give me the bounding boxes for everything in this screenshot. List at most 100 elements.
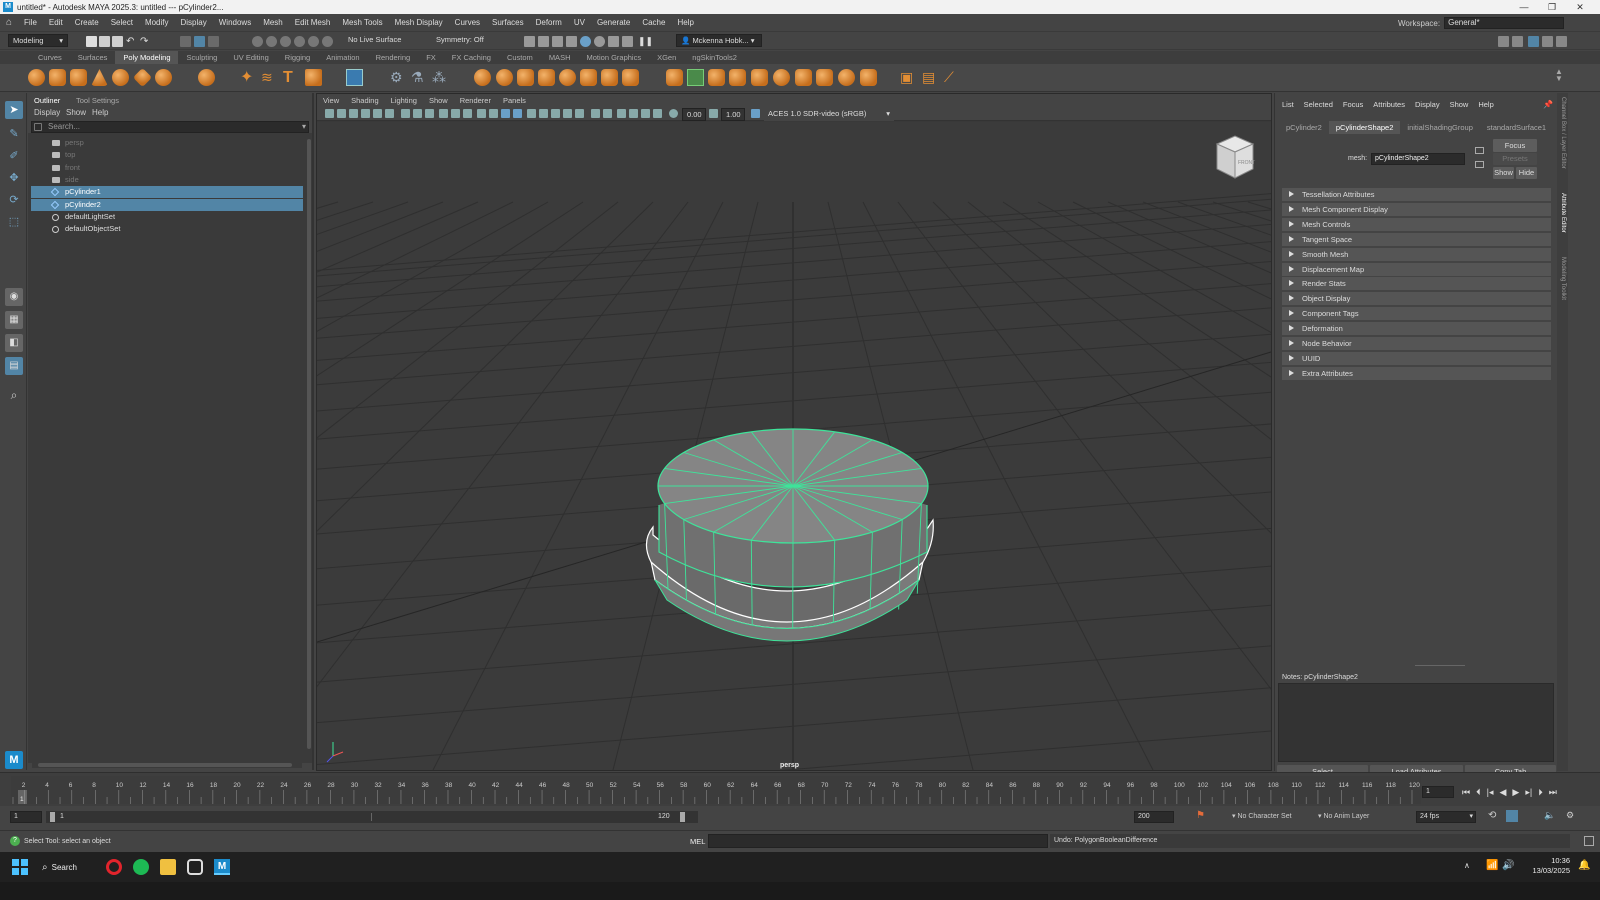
- viewport-menu-view[interactable]: View: [317, 94, 345, 107]
- four-view-icon[interactable]: ▦: [5, 311, 23, 329]
- menu-create[interactable]: Create: [69, 14, 105, 32]
- menu-display[interactable]: Display: [175, 14, 213, 32]
- menu-mesh[interactable]: Mesh: [257, 14, 289, 32]
- menu-mesh-tools[interactable]: Mesh Tools: [336, 14, 388, 32]
- current-frame-field[interactable]: 1: [1422, 786, 1454, 798]
- modeling-toolkit-icon[interactable]: [1498, 36, 1509, 47]
- loop-icon[interactable]: ⟲: [1488, 810, 1496, 821]
- hscrollbar-thumb[interactable]: [38, 763, 292, 767]
- user-account-dropdown[interactable]: 👤 Mckenna Hobk... ▾: [676, 34, 762, 47]
- section-node-behavior[interactable]: Node Behavior: [1282, 337, 1551, 350]
- tab-channel-box[interactable]: Channel Box / Layer Editor: [1558, 97, 1567, 187]
- snap-view-plane-icon[interactable]: [294, 36, 305, 47]
- use-all-lights-icon[interactable]: [539, 109, 548, 118]
- presets-button[interactable]: Presets: [1493, 153, 1537, 165]
- outliner-item-side[interactable]: side: [31, 174, 303, 186]
- outliner-item-front[interactable]: front: [31, 162, 303, 174]
- workspace-dropdown[interactable]: General*: [1444, 17, 1565, 29]
- snap-curve-icon[interactable]: [266, 36, 277, 47]
- outliner-item-pcylinder1[interactable]: pCylinder1: [31, 186, 303, 199]
- image-plane-icon[interactable]: [361, 109, 370, 118]
- step-forward-frame-icon[interactable]: ⏵: [1538, 787, 1543, 798]
- attribute-editor-toggle-icon[interactable]: [1528, 36, 1539, 47]
- save-scene-icon[interactable]: [112, 36, 123, 47]
- cache-playback-icon[interactable]: [1506, 810, 1518, 822]
- render-view-icon[interactable]: [524, 36, 535, 47]
- 2d-pan-zoom-icon[interactable]: [385, 109, 394, 118]
- outliner-item-persp[interactable]: persp: [31, 137, 303, 149]
- time-slider[interactable]: 2 4 6 8 10 12 14 16 18 20 22 24 26 28 30 32 34 36 38 40 42 44…: [0, 772, 1600, 806]
- fill-hole-icon[interactable]: [580, 69, 597, 86]
- menu-select[interactable]: Select: [105, 14, 139, 32]
- rotate-tool-icon[interactable]: ⟳: [5, 191, 23, 209]
- shelf-tab-rigging[interactable]: Rigging: [277, 51, 318, 64]
- play-backwards-icon[interactable]: ◀: [1499, 787, 1506, 798]
- shelf-tab-ngskintools2[interactable]: ngSkinTools2: [684, 51, 745, 64]
- gamma-icon[interactable]: [709, 109, 718, 118]
- select-hierarchy-icon[interactable]: [180, 36, 191, 47]
- light-editor-icon[interactable]: [608, 36, 619, 47]
- boolean-difference-icon[interactable]: [496, 69, 513, 86]
- isolate-select-icon[interactable]: [617, 109, 626, 118]
- shelf-tab-motion-graphics[interactable]: Motion Graphics: [578, 51, 649, 64]
- menu-uv[interactable]: UV: [568, 14, 591, 32]
- film-gate-icon[interactable]: [413, 109, 422, 118]
- shelf-tab-rendering[interactable]: Rendering: [368, 51, 419, 64]
- play-forwards-icon[interactable]: ▶: [1512, 787, 1519, 798]
- wireframe-icon[interactable]: [489, 109, 498, 118]
- tab-tool-settings[interactable]: Tool Settings: [76, 95, 119, 106]
- shelf-tab-uv-editing[interactable]: UV Editing: [225, 51, 276, 64]
- undo-icon[interactable]: ↶: [126, 36, 137, 47]
- color-management-icon[interactable]: [751, 109, 760, 118]
- go-to-end-icon[interactable]: ⏭: [1549, 787, 1557, 798]
- bridge-icon[interactable]: [708, 69, 725, 86]
- windows-start-icon[interactable]: [12, 859, 28, 875]
- viewport-menu-shading[interactable]: Shading: [345, 94, 385, 107]
- wedge-icon[interactable]: [860, 69, 877, 86]
- wifi-icon[interactable]: 📶: [1486, 860, 1498, 871]
- shelf-tab-poly-modeling[interactable]: Poly Modeling: [115, 51, 179, 64]
- go-to-start-icon[interactable]: ⏮: [1462, 787, 1470, 798]
- tool-settings-toggle-icon[interactable]: [1542, 36, 1553, 47]
- shelf-tab-curves[interactable]: Curves: [30, 51, 70, 64]
- animation-start-field[interactable]: 1: [10, 811, 42, 823]
- range-start-handle[interactable]: [50, 812, 55, 822]
- snap-live-icon[interactable]: [322, 36, 333, 47]
- gate-mask-icon[interactable]: [439, 109, 448, 118]
- super-shape-icon[interactable]: ✦: [240, 69, 257, 86]
- exposure-field[interactable]: 0.00: [682, 108, 706, 121]
- bevel-icon[interactable]: [687, 69, 704, 86]
- scale-tool-icon[interactable]: ⬚: [5, 213, 23, 231]
- minimize-icon[interactable]: —: [1512, 0, 1536, 14]
- outliner-item-defaultobjectset[interactable]: defaultObjectSet: [31, 223, 303, 235]
- live-surface-field[interactable]: No Live Surface: [344, 34, 414, 47]
- notes-textarea[interactable]: [1278, 683, 1554, 762]
- ipr-render-icon[interactable]: [552, 36, 563, 47]
- home-icon[interactable]: ⌂: [0, 14, 18, 32]
- ae-menu-show[interactable]: Show: [1445, 99, 1474, 111]
- xray-joints-icon[interactable]: [641, 109, 650, 118]
- pin-icon[interactable]: 📌: [1543, 100, 1553, 109]
- section-uuid[interactable]: UUID: [1282, 351, 1551, 365]
- opera-icon[interactable]: [106, 859, 122, 875]
- shelf-tab-surfaces[interactable]: Surfaces: [70, 51, 116, 64]
- poly-torus-icon[interactable]: [112, 69, 129, 86]
- tab-attribute-editor[interactable]: Attribute Editor: [1558, 193, 1567, 249]
- ae-menu-attributes[interactable]: Attributes: [1368, 99, 1410, 111]
- section-tangent-space[interactable]: Tangent Space: [1282, 232, 1551, 246]
- anim-layer-dropdown[interactable]: ▾ No Anim Layer: [1318, 811, 1369, 823]
- edge-loop-icon[interactable]: [795, 69, 812, 86]
- mel-toggle[interactable]: MEL: [690, 836, 705, 847]
- pcylinder-mesh[interactable]: [645, 428, 934, 642]
- channel-box-toggle-icon[interactable]: [1556, 36, 1567, 47]
- camera-select-icon[interactable]: [325, 109, 334, 118]
- menuset-dropdown[interactable]: Modeling ▾: [8, 34, 68, 47]
- outliner-grid-icon[interactable]: [346, 69, 363, 86]
- shelf-tab-animation[interactable]: Animation: [318, 51, 367, 64]
- viewport-scene[interactable]: FRONT persp: [317, 122, 1271, 770]
- outliner-item-pcylinder2[interactable]: pCylinder2: [31, 198, 303, 211]
- ae-node-tab-initialshadinggroup[interactable]: initialShadingGroup: [1400, 121, 1479, 134]
- camera-attributes-icon[interactable]: [337, 109, 346, 118]
- step-back-frame-icon[interactable]: ⏴: [1476, 787, 1481, 798]
- section-mesh-controls[interactable]: Mesh Controls: [1282, 217, 1551, 231]
